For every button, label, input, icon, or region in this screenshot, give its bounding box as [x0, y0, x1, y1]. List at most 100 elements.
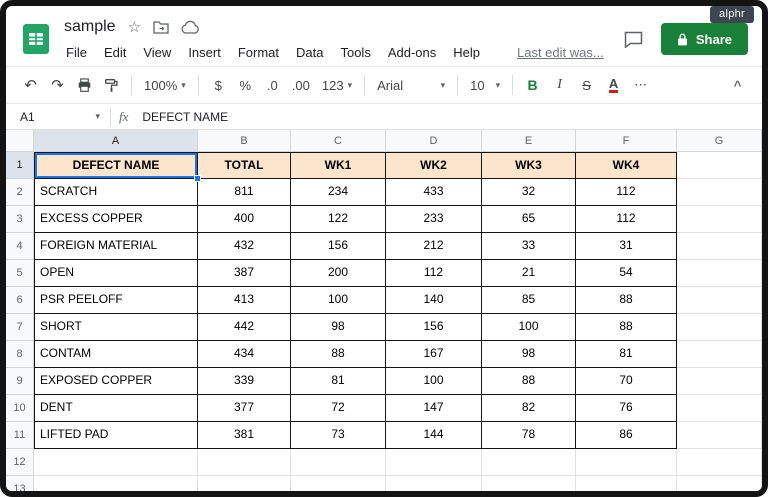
cell-D7[interactable]: 156 — [386, 314, 482, 341]
row-header-2[interactable]: 2 — [6, 179, 34, 206]
cell-A11[interactable]: LIFTED PAD — [34, 422, 198, 449]
cell-G7[interactable] — [677, 314, 762, 341]
cell-G1[interactable] — [677, 152, 762, 179]
cell-C9[interactable]: 81 — [291, 368, 386, 395]
italic-button[interactable]: I — [547, 73, 572, 98]
collapse-toolbar-button[interactable]: ^ — [725, 73, 750, 98]
row-header-9[interactable]: 9 — [6, 368, 34, 395]
cell-C1[interactable]: WK1 — [291, 152, 386, 179]
cell-C12[interactable] — [291, 449, 386, 476]
cell-A5[interactable]: OPEN — [34, 260, 198, 287]
doc-title[interactable]: sample — [64, 18, 116, 36]
col-header-E[interactable]: E — [482, 130, 576, 152]
cell-E13[interactable] — [482, 476, 576, 491]
undo-button[interactable]: ↶ — [18, 73, 43, 98]
cell-B12[interactable] — [198, 449, 291, 476]
cell-D5[interactable]: 112 — [386, 260, 482, 287]
strikethrough-button[interactable]: S — [574, 73, 599, 98]
cell-G11[interactable] — [677, 422, 762, 449]
cell-A6[interactable]: PSR PEELOFF — [34, 287, 198, 314]
cell-E12[interactable] — [482, 449, 576, 476]
row-header-10[interactable]: 10 — [6, 395, 34, 422]
cell-F5[interactable]: 54 — [576, 260, 677, 287]
cell-B4[interactable]: 432 — [198, 233, 291, 260]
row-header-7[interactable]: 7 — [6, 314, 34, 341]
row-header-5[interactable]: 5 — [6, 260, 34, 287]
cell-G8[interactable] — [677, 341, 762, 368]
cell-F11[interactable]: 86 — [576, 422, 677, 449]
cell-G13[interactable] — [677, 476, 762, 491]
cell-A9[interactable]: EXPOSED COPPER — [34, 368, 198, 395]
font-size-select[interactable]: 10 ▾ — [465, 73, 505, 98]
format-currency-button[interactable]: $ — [206, 73, 231, 98]
cell-E1[interactable]: WK3 — [482, 152, 576, 179]
row-header-6[interactable]: 6 — [6, 287, 34, 314]
cell-D2[interactable]: 433 — [386, 179, 482, 206]
cell-A13[interactable] — [34, 476, 198, 491]
formula-input[interactable]: DEFECT NAME — [142, 110, 762, 124]
row-header-13[interactable]: 13 — [6, 476, 34, 491]
menu-help[interactable]: Help — [451, 43, 482, 62]
cell-D1[interactable]: WK2 — [386, 152, 482, 179]
more-button[interactable]: ⋯ — [628, 73, 653, 98]
cell-D3[interactable]: 233 — [386, 206, 482, 233]
menu-file[interactable]: File — [64, 43, 89, 62]
cell-D11[interactable]: 144 — [386, 422, 482, 449]
cell-E6[interactable]: 85 — [482, 287, 576, 314]
cell-B13[interactable] — [198, 476, 291, 491]
cell-F10[interactable]: 76 — [576, 395, 677, 422]
cell-D10[interactable]: 147 — [386, 395, 482, 422]
row-header-1[interactable]: 1 — [6, 152, 34, 179]
cell-B1[interactable]: TOTAL — [198, 152, 291, 179]
cell-E3[interactable]: 65 — [482, 206, 576, 233]
cell-A7[interactable]: SHORT — [34, 314, 198, 341]
row-header-3[interactable]: 3 — [6, 206, 34, 233]
paint-format-button[interactable] — [99, 73, 124, 98]
cell-F12[interactable] — [576, 449, 677, 476]
cell-C2[interactable]: 234 — [291, 179, 386, 206]
cell-E11[interactable]: 78 — [482, 422, 576, 449]
cell-B3[interactable]: 400 — [198, 206, 291, 233]
zoom-select[interactable]: 100% ▾ — [139, 73, 191, 98]
cell-G2[interactable] — [677, 179, 762, 206]
cell-C8[interactable]: 88 — [291, 341, 386, 368]
cell-F13[interactable] — [576, 476, 677, 491]
cell-B7[interactable]: 442 — [198, 314, 291, 341]
cell-C4[interactable]: 156 — [291, 233, 386, 260]
cell-F4[interactable]: 31 — [576, 233, 677, 260]
bold-button[interactable]: B — [520, 73, 545, 98]
corner-box[interactable] — [6, 130, 34, 152]
cell-F8[interactable]: 81 — [576, 341, 677, 368]
menu-format[interactable]: Format — [236, 43, 281, 62]
fill-handle[interactable] — [194, 175, 201, 182]
row-header-4[interactable]: 4 — [6, 233, 34, 260]
name-box[interactable]: A1 ▾ — [18, 110, 106, 124]
row-header-11[interactable]: 11 — [6, 422, 34, 449]
cell-E8[interactable]: 98 — [482, 341, 576, 368]
cell-G4[interactable] — [677, 233, 762, 260]
cell-E4[interactable]: 33 — [482, 233, 576, 260]
cell-F1[interactable]: WK4 — [576, 152, 677, 179]
cell-C6[interactable]: 100 — [291, 287, 386, 314]
menu-view[interactable]: View — [141, 43, 173, 62]
increase-decimal-button[interactable]: .00 — [287, 73, 315, 98]
cell-B11[interactable]: 381 — [198, 422, 291, 449]
col-header-A[interactable]: A — [34, 130, 198, 152]
cell-G10[interactable] — [677, 395, 762, 422]
move-folder-icon[interactable] — [153, 20, 169, 34]
col-header-C[interactable]: C — [291, 130, 386, 152]
cell-F3[interactable]: 112 — [576, 206, 677, 233]
cell-B9[interactable]: 339 — [198, 368, 291, 395]
cell-A3[interactable]: EXCESS COPPER — [34, 206, 198, 233]
cell-A12[interactable] — [34, 449, 198, 476]
cell-B5[interactable]: 387 — [198, 260, 291, 287]
cell-F9[interactable]: 70 — [576, 368, 677, 395]
font-select[interactable]: Arial ▾ — [372, 73, 450, 98]
cell-C13[interactable] — [291, 476, 386, 491]
cell-D13[interactable] — [386, 476, 482, 491]
print-button[interactable] — [72, 73, 97, 98]
cell-C7[interactable]: 98 — [291, 314, 386, 341]
menu-tools[interactable]: Tools — [338, 43, 372, 62]
row-header-8[interactable]: 8 — [6, 341, 34, 368]
cell-G6[interactable] — [677, 287, 762, 314]
